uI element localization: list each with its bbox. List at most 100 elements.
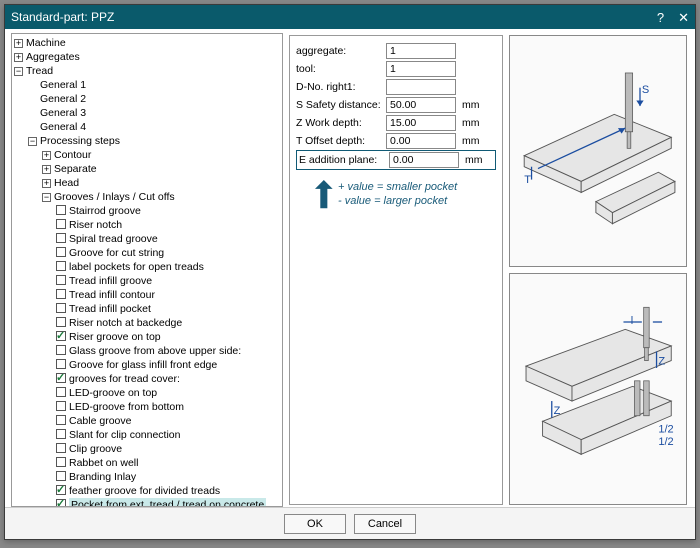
form-unit: mm (460, 135, 480, 147)
svg-text:Z: Z (554, 405, 561, 417)
checkbox[interactable] (56, 499, 66, 507)
form-input[interactable] (386, 43, 456, 59)
checkbox[interactable] (56, 261, 66, 271)
tree-root: +Machine+Aggregates−TreadGeneral 1Genera… (14, 36, 280, 507)
expand-icon[interactable]: + (14, 53, 23, 62)
tree-node-tread[interactable]: Tread (26, 65, 53, 77)
expand-icon[interactable]: + (14, 39, 23, 48)
tree-leaf[interactable]: label pockets for open treads (69, 261, 204, 273)
tree-leaf[interactable]: Tread infill groove (69, 275, 152, 287)
form-input[interactable] (386, 115, 456, 131)
checkbox[interactable] (56, 415, 66, 425)
tree-node[interactable]: Contour (54, 149, 91, 161)
tree-leaf[interactable]: Groove for cut string (69, 247, 164, 259)
arrow-left-icon (282, 498, 283, 507)
ok-button[interactable]: OK (284, 514, 346, 534)
tree-node[interactable]: General 2 (40, 93, 86, 105)
form-label: aggregate: (296, 45, 382, 57)
arrow-up-icon (296, 180, 334, 210)
tree-leaf[interactable]: Tread infill pocket (69, 303, 151, 315)
checkbox[interactable] (56, 485, 66, 495)
checkbox[interactable] (56, 233, 66, 243)
checkbox[interactable] (56, 247, 66, 257)
svg-text:1/2: 1/2 (659, 436, 674, 448)
tree-leaf[interactable]: LED-groove from bottom (69, 401, 184, 413)
checkbox[interactable] (56, 275, 66, 285)
tree-node[interactable]: Machine (26, 37, 66, 49)
checkbox[interactable] (56, 387, 66, 397)
tree-leaf[interactable]: Slant for clip connection (69, 429, 180, 441)
expand-icon[interactable]: + (42, 151, 51, 160)
checkbox[interactable] (56, 303, 66, 313)
footer: OK Cancel (5, 507, 695, 539)
checkbox[interactable] (56, 219, 66, 229)
tree-leaf[interactable]: Tread infill contour (69, 289, 155, 301)
right-panel: aggregate:tool:D-No. right1:S Safety dis… (287, 33, 689, 507)
cancel-button[interactable]: Cancel (354, 514, 416, 534)
checkbox[interactable] (56, 373, 66, 383)
form-unit: mm (460, 117, 480, 129)
tree-node[interactable]: General 1 (40, 79, 86, 91)
tree-leaf[interactable]: Clip groove (69, 443, 122, 455)
illustration-bottom: Z l Z 1/2 1/2 (509, 273, 687, 505)
form-unit: mm (460, 99, 480, 111)
title-bar: Standard-part: PPZ ? ✕ (5, 5, 695, 29)
annot-line1: + value = smaller pocket (338, 180, 457, 194)
form-input[interactable] (386, 133, 456, 149)
tree-leaf[interactable]: Riser groove on top (69, 331, 161, 343)
checkbox[interactable] (56, 317, 66, 327)
tree-node[interactable]: Head (54, 177, 79, 189)
tree-node[interactable]: General 3 (40, 107, 86, 119)
form-input[interactable] (389, 152, 459, 168)
svg-text:l: l (631, 315, 633, 327)
illustration-top: S T (509, 35, 687, 267)
checkbox[interactable] (56, 345, 66, 355)
help-icon[interactable]: ? (657, 11, 664, 24)
tree-leaf[interactable]: Riser notch (69, 219, 122, 231)
form-row: Z Work depth:mm (296, 114, 496, 132)
annotation: + value = smaller pocket - value = large… (296, 180, 496, 210)
tree-node-grooves[interactable]: Grooves / Inlays / Cut offs (54, 191, 175, 203)
checkbox[interactable] (56, 429, 66, 439)
checkbox[interactable] (56, 289, 66, 299)
tree-leaf[interactable]: Stairrod groove (69, 205, 141, 217)
tree-node[interactable]: Aggregates (26, 51, 80, 63)
tree-leaf[interactable]: Riser notch at backedge (69, 317, 182, 329)
expand-icon[interactable]: + (42, 165, 51, 174)
checkbox[interactable] (56, 331, 66, 341)
checkbox[interactable] (56, 443, 66, 453)
form-row: D-No. right1: (296, 78, 496, 96)
checkbox[interactable] (56, 205, 66, 215)
tree-leaf[interactable]: Cable groove (69, 415, 131, 427)
svg-text:1/2: 1/2 (659, 423, 674, 435)
illustration-column: S T Z l (509, 35, 687, 505)
checkbox[interactable] (56, 471, 66, 481)
tree-leaf[interactable]: Groove for glass infill front edge (69, 359, 217, 371)
tree-leaf[interactable]: grooves for tread cover: (69, 373, 180, 385)
tree-leaf[interactable]: LED-groove on top (69, 387, 157, 399)
form-input[interactable] (386, 97, 456, 113)
tree-leaf[interactable]: feather groove for divided treads (69, 485, 220, 497)
tree-leaf[interactable]: Branding Inlay (69, 471, 136, 483)
expand-icon[interactable]: − (28, 137, 37, 146)
dialog-window: Standard-part: PPZ ? ✕ +Machine+Aggregat… (4, 4, 696, 540)
close-icon[interactable]: ✕ (678, 11, 689, 24)
checkbox[interactable] (56, 401, 66, 411)
checkbox[interactable] (56, 359, 66, 369)
form-input[interactable] (386, 61, 456, 77)
tree-node-processing-steps[interactable]: Processing steps (40, 135, 120, 147)
tree-node[interactable]: General 4 (40, 121, 86, 133)
form-label: tool: (296, 63, 382, 75)
tree-panel[interactable]: +Machine+Aggregates−TreadGeneral 1Genera… (11, 33, 283, 507)
expand-icon[interactable]: + (42, 179, 51, 188)
tree-node[interactable]: Separate (54, 163, 97, 175)
window-controls: ? ✕ (657, 11, 689, 24)
tree-leaf[interactable]: Glass groove from above upper side: (69, 345, 241, 357)
form-input[interactable] (386, 79, 456, 95)
tree-leaf[interactable]: Rabbet on well (69, 457, 138, 469)
tree-leaf[interactable]: Pocket from ext. tread / tread on concre… (69, 498, 266, 507)
expand-icon[interactable]: − (42, 193, 51, 202)
checkbox[interactable] (56, 457, 66, 467)
tree-leaf[interactable]: Spiral tread groove (69, 233, 158, 245)
expand-icon[interactable]: − (14, 67, 23, 76)
